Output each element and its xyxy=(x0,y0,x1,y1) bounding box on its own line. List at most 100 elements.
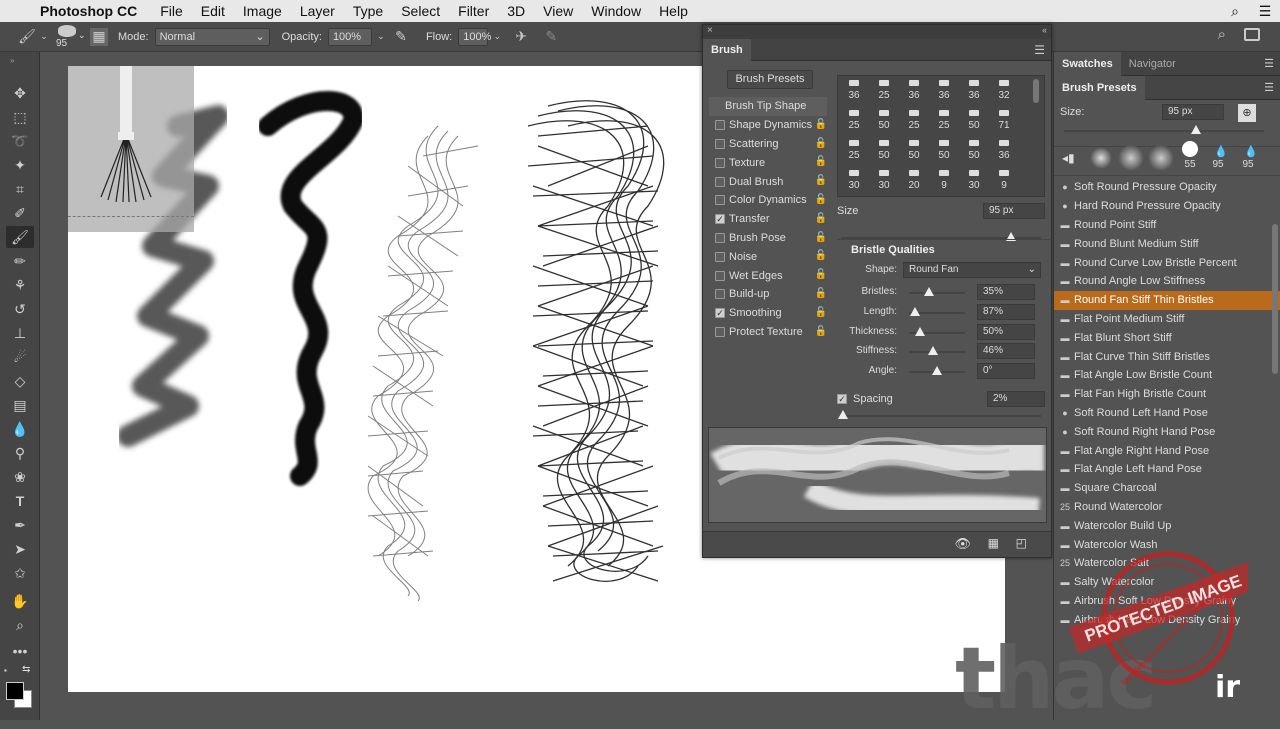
brush-tip-icon[interactable] xyxy=(900,168,928,178)
shape-tool-icon[interactable]: ✩ xyxy=(6,562,34,584)
brush-preset-item[interactable]: ▬ Flat Angle Left Hand Pose xyxy=(1054,460,1280,479)
brush-preset-item[interactable]: 25 Round Watercolor xyxy=(1054,498,1280,517)
brush-preset-item[interactable]: ▬ Salty Watercolor xyxy=(1054,573,1280,592)
param-slider[interactable] xyxy=(909,346,965,356)
option-checkbox[interactable] xyxy=(715,157,725,168)
lock-icon[interactable]: 🔓 xyxy=(815,288,827,299)
tab-brush[interactable]: Brush xyxy=(703,39,751,61)
default-colors-icon[interactable]: ▪ xyxy=(4,666,7,675)
lock-icon[interactable]: 🔓 xyxy=(815,119,827,130)
brush-tool-icon[interactable]: 🖌 xyxy=(6,226,34,248)
brush-tip-icon[interactable] xyxy=(990,108,1018,118)
brush-tip-icon[interactable] xyxy=(960,168,988,178)
menu-view[interactable]: View xyxy=(543,3,573,19)
brush-thumb-icon[interactable]: ◂▮ xyxy=(1062,151,1075,165)
brush-tip-icon[interactable] xyxy=(990,138,1018,148)
crop-tool-icon[interactable]: ⌗ xyxy=(6,178,34,200)
search-icon[interactable]: ⌕ xyxy=(1218,26,1226,43)
param-slider[interactable] xyxy=(909,287,965,296)
brush-tip-icon[interactable] xyxy=(870,138,898,148)
brush-tip-icon[interactable] xyxy=(930,138,958,148)
brush-tip-icon[interactable] xyxy=(840,78,868,88)
menu-type[interactable]: Type xyxy=(353,3,383,19)
flow-field[interactable]: 100% xyxy=(458,27,491,46)
option-checkbox[interactable] xyxy=(715,195,725,206)
eyedropper-tool-icon[interactable]: ✐ xyxy=(6,202,34,224)
path-selection-tool-icon[interactable]: ➤ xyxy=(6,538,34,560)
brush-option-row[interactable]: Protect Texture 🔓 xyxy=(709,323,827,342)
pen-tool-icon[interactable]: ✒ xyxy=(6,514,34,536)
toggle-preview-icon[interactable]: 👁 xyxy=(954,536,971,552)
lock-icon[interactable]: 🔓 xyxy=(815,138,827,149)
brush-option-row[interactable]: Noise 🔓 xyxy=(709,247,827,266)
hand-tool-icon[interactable]: ✋ xyxy=(6,590,34,612)
param-slider-thumb[interactable] xyxy=(932,366,942,376)
preset-size-field[interactable]: 95 px xyxy=(1162,104,1224,120)
spacing-checkbox[interactable]: ✓ xyxy=(837,394,847,404)
brush-tip-icon[interactable] xyxy=(870,108,898,118)
gradient-tool-icon[interactable]: ▤ xyxy=(6,394,34,416)
brush-panel-toggle-icon[interactable]: ▦ xyxy=(90,27,108,46)
app-name[interactable]: Photoshop CC xyxy=(40,3,137,19)
tab-brush-presets[interactable]: Brush Presets xyxy=(1054,75,1145,100)
menu-filter[interactable]: Filter xyxy=(458,3,489,19)
param-slider-thumb[interactable] xyxy=(915,326,926,336)
brush-preset-item[interactable]: ▬ Round Fan Stiff Thin Bristles xyxy=(1054,290,1280,310)
option-checkbox[interactable] xyxy=(715,251,725,262)
clone-stamp-tool-icon[interactable]: ⚘ xyxy=(6,274,34,296)
option-checkbox[interactable] xyxy=(715,326,725,337)
brush-option-row[interactable]: Shape Dynamics 🔓 xyxy=(709,116,827,135)
brush-preset-item[interactable]: ▬ Watercolor Build Up xyxy=(1054,516,1280,535)
foreground-color-swatch[interactable] xyxy=(6,682,24,700)
brush-tip-icon[interactable] xyxy=(870,168,898,178)
brush-preset-item[interactable]: ● Soft Round Right Hand Pose xyxy=(1054,422,1280,441)
brush-preset-item[interactable]: ▬ Airbrush Soft Low Density Grainy xyxy=(1054,592,1280,611)
eraser-tool-icon[interactable]: ◇ xyxy=(6,370,34,392)
brush-preset-item[interactable]: ▬ Airbrush Hard Low Density Grainy xyxy=(1054,610,1280,629)
option-checkbox[interactable] xyxy=(715,232,725,243)
menu-image[interactable]: Image xyxy=(243,3,282,19)
brush-option-row[interactable]: Wet Edges 🔓 xyxy=(709,266,827,285)
stamp-tool-icon[interactable]: ⊥ xyxy=(6,322,34,344)
brush-tip-icon[interactable] xyxy=(840,138,868,148)
brush-option-row[interactable]: Texture 🔓 xyxy=(709,153,827,172)
lock-icon[interactable]: 🔓 xyxy=(815,175,827,186)
param-field[interactable]: 87% xyxy=(977,303,1035,320)
soft-brush-thumb[interactable] xyxy=(1090,147,1112,169)
airbrush-icon[interactable]: ✈ xyxy=(510,26,532,48)
dodge-tool-icon[interactable]: ⚲ xyxy=(6,442,34,464)
quick-select-tool-icon[interactable]: ✦ xyxy=(6,154,34,176)
brush-tip-icon[interactable] xyxy=(900,78,928,88)
brush-option-row[interactable]: Brush Pose 🔓 xyxy=(709,229,827,248)
new-preset-icon[interactable]: ◰ xyxy=(1016,536,1027,550)
zoom-tool-icon[interactable]: ⌕ xyxy=(6,614,34,636)
lasso-tool-icon[interactable]: ➰ xyxy=(6,130,34,152)
param-field[interactable]: 50% xyxy=(977,323,1035,340)
pencil-tool-icon[interactable]: ✏ xyxy=(6,250,34,272)
type-tool-icon[interactable]: T xyxy=(6,490,34,512)
param-slider[interactable] xyxy=(909,326,965,336)
preset-size-slider[interactable] xyxy=(1064,125,1264,134)
menu-layer[interactable]: Layer xyxy=(300,3,335,19)
lock-icon[interactable]: 🔓 xyxy=(815,213,827,224)
brush-option-row[interactable]: Color Dynamics 🔓 xyxy=(709,191,827,210)
brush-tip-icon[interactable] xyxy=(990,78,1018,88)
brush-preset-item[interactable]: ▬ Round Blunt Medium Stiff xyxy=(1054,234,1280,253)
option-checkbox[interactable] xyxy=(715,120,725,131)
chevron-down-icon[interactable]: ⌄ xyxy=(490,26,504,48)
brush-option-row[interactable]: Dual Brush 🔓 xyxy=(709,172,827,191)
brush-preset-item[interactable]: ▬ Flat Curve Thin Stiff Bristles xyxy=(1054,347,1280,366)
brush-tip-grid[interactable]: 36 25 36 36 36 32 25 50 25 25 50 71 25 50 50 50 50 36 30 30… xyxy=(837,75,1045,197)
brush-tip-icon[interactable] xyxy=(900,138,928,148)
brush-preset-item[interactable]: ▬ Round Point Stiff xyxy=(1054,216,1280,235)
lock-icon[interactable]: 🔓 xyxy=(815,250,827,261)
preset-scrollbar[interactable] xyxy=(1272,224,1278,374)
lock-icon[interactable]: 🔓 xyxy=(815,232,827,243)
brush-preset-picker[interactable]: 95 ⌄ xyxy=(50,22,90,52)
brush-preset-item[interactable]: ▬ Round Angle Low Stiffness xyxy=(1054,272,1280,291)
soft-brush-thumb[interactable] xyxy=(1148,145,1174,171)
move-tool-icon[interactable]: ✥ xyxy=(6,82,34,104)
history-brush-tool-icon[interactable]: ↺ xyxy=(6,298,34,320)
brush-preset-item[interactable]: ● Soft Round Pressure Opacity xyxy=(1054,178,1280,197)
swap-colors-icon[interactable]: ⇆ xyxy=(22,664,30,675)
